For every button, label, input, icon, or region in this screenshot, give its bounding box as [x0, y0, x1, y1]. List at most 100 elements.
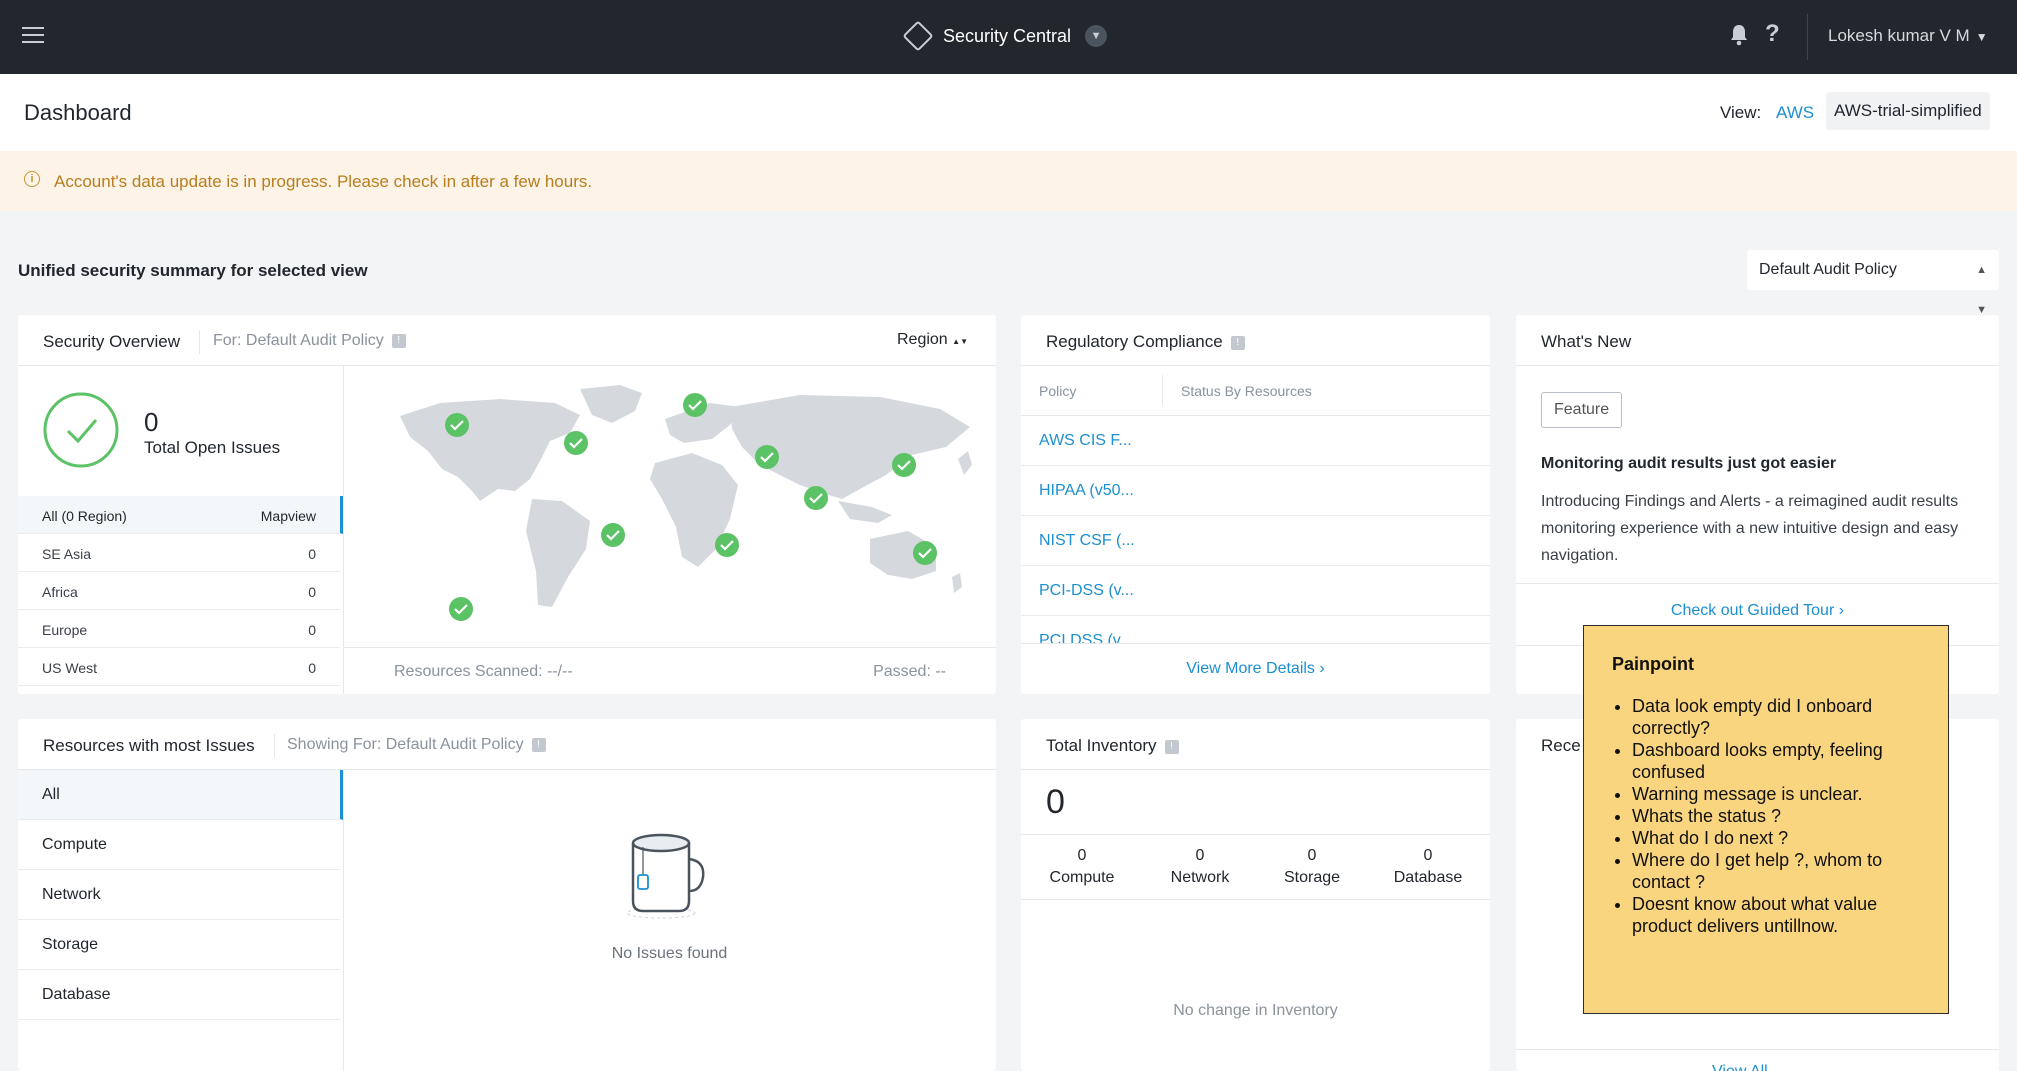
painpoint-item: Data look empty did I onboard correctly?: [1632, 695, 1922, 739]
card-title-wrap: Regulatory Compliance!: [1046, 332, 1245, 352]
policy-link[interactable]: PCI DSS (v...: [1039, 632, 1133, 643]
bell-icon[interactable]: [1727, 22, 1751, 48]
category-compute[interactable]: Compute: [18, 820, 340, 870]
audit-policy-select[interactable]: Default Audit Policy ▲ ▼: [1747, 250, 1999, 316]
help-icon[interactable]: ?: [1765, 20, 1780, 48]
card-title-wrap: Total Inventory!: [1046, 736, 1179, 756]
info-icon[interactable]: !: [1164, 739, 1179, 754]
region-all-label: All (0 Region): [42, 508, 127, 524]
divider: [1516, 1049, 1999, 1050]
category-network[interactable]: Network: [18, 870, 340, 920]
app-logo-icon: [902, 20, 934, 52]
category-label: Network: [42, 886, 101, 903]
inventory-database[interactable]: 0 Database: [1373, 847, 1483, 887]
info-icon[interactable]: !: [531, 737, 546, 752]
region-row[interactable]: Europe 0: [18, 610, 340, 648]
column-header-policy: Policy: [1039, 383, 1077, 399]
region-dropdown-label: Region: [897, 331, 948, 348]
user-name: Lokesh kumar V M: [1828, 26, 1970, 45]
app-switcher[interactable]: Security Central ▼: [902, 18, 1108, 54]
banner-message: Account's data update is in progress. Pl…: [54, 172, 593, 191]
category-storage[interactable]: Storage: [18, 920, 340, 970]
inventory-storage[interactable]: 0 Storage: [1257, 847, 1367, 887]
compliance-row[interactable]: PCI-DSS (v...: [1021, 566, 1490, 616]
card-title: What's New: [1541, 332, 1632, 351]
inventory-network[interactable]: 0 Network: [1145, 847, 1255, 887]
category-all[interactable]: All: [18, 770, 343, 820]
card-subtitle-text: Showing For: Default Audit Policy: [287, 736, 524, 753]
region-marker-icon: [445, 413, 469, 437]
region-name: Europe: [42, 622, 88, 638]
warning-banner: i Account's data update is in progress. …: [0, 151, 2017, 211]
passed-count: Passed: --: [873, 663, 946, 680]
info-icon[interactable]: !: [1230, 335, 1245, 350]
view-all-link[interactable]: View All: [1712, 1063, 1768, 1071]
region-row[interactable]: Africa 0: [18, 572, 340, 610]
empty-message: No change in Inventory: [1173, 1002, 1338, 1019]
user-menu[interactable]: Lokesh kumar V M ▼: [1828, 26, 1988, 46]
policy-link[interactable]: AWS CIS F...: [1039, 432, 1132, 450]
inventory-value: 0: [1423, 847, 1433, 864]
mapview-label: Mapview: [260, 508, 316, 524]
inventory-label: Database: [1393, 869, 1463, 886]
inventory-label: Compute: [1049, 869, 1115, 886]
regulatory-compliance-card: Regulatory Compliance! Policy Status By …: [1021, 315, 1490, 694]
view-more-label[interactable]: View More Details: [1186, 660, 1315, 677]
policy-link[interactable]: NIST CSF (...: [1039, 532, 1135, 550]
region-value: 0: [308, 546, 316, 562]
resources-issues-card: Resources with most Issues Showing For: …: [18, 719, 996, 1071]
region-marker-icon: [715, 533, 739, 557]
view-name-button[interactable]: AWS-trial-simplified: [1826, 92, 1990, 130]
card-subtitle: Showing For: Default Audit Policy!: [287, 736, 546, 754]
divider: [1807, 14, 1808, 60]
divider: [1021, 769, 1490, 770]
compliance-row[interactable]: NIST CSF (...: [1021, 516, 1490, 566]
category-database[interactable]: Database: [18, 970, 340, 1020]
view-label: View:: [1720, 103, 1762, 122]
compliance-row[interactable]: PCI DSS (v...: [1021, 616, 1490, 643]
guided-tour-link[interactable]: Check out Guided Tour ›: [1516, 602, 1999, 620]
view-more-details-link[interactable]: View More Details ›: [1021, 660, 1490, 678]
guided-tour-label[interactable]: Check out Guided Tour: [1671, 602, 1834, 619]
card-title: Total Inventory: [1046, 736, 1157, 755]
painpoint-item: Where do I get help ?, whom to contact ?: [1632, 849, 1922, 893]
policy-link[interactable]: PCI-DSS (v...: [1039, 582, 1134, 600]
category-label: Database: [42, 986, 111, 1003]
info-icon[interactable]: !: [391, 333, 406, 348]
region-list-header[interactable]: All (0 Region) Mapview: [18, 496, 343, 534]
divider: [18, 365, 996, 366]
compliance-row[interactable]: AWS CIS F...: [1021, 416, 1490, 466]
world-map[interactable]: [380, 381, 980, 631]
inventory-value: 0: [1307, 847, 1317, 864]
inventory-total: 0: [1046, 783, 1065, 821]
painpoint-item: Whats the status ?: [1632, 805, 1922, 827]
divider: [274, 734, 275, 758]
compliance-row[interactable]: HIPAA (v50...: [1021, 466, 1490, 516]
page-header: Dashboard View: AWS AWS-trial-simplified: [0, 74, 2017, 151]
resources-scanned: Resources Scanned: --/--: [394, 663, 573, 680]
region-marker-icon: [892, 453, 916, 477]
divider: [1516, 365, 1999, 366]
painpoint-title: Painpoint: [1612, 654, 1694, 674]
select-arrows-icon: ▲▼: [952, 337, 968, 346]
inventory-label: Storage: [1283, 869, 1341, 886]
divider: [1021, 834, 1490, 835]
card-title: Regulatory Compliance: [1046, 332, 1223, 351]
inventory-compute[interactable]: 0 Compute: [1027, 847, 1137, 887]
hamburger-menu-icon[interactable]: [22, 24, 44, 44]
painpoint-list: Data look empty did I onboard correctly?…: [1612, 695, 1922, 937]
region-marker-icon: [683, 393, 707, 417]
region-row[interactable]: US West 0: [18, 648, 340, 686]
chevron-down-icon[interactable]: ▼: [1085, 25, 1108, 47]
region-row[interactable]: SE Asia 0: [18, 534, 340, 572]
top-navbar: Security Central ▼ ? Lokesh kumar V M ▼: [0, 0, 2017, 74]
region-dropdown[interactable]: Region ▲▼: [897, 331, 968, 349]
divider: [343, 647, 996, 648]
security-overview-card: Security Overview For: Default Audit Pol…: [18, 315, 996, 694]
painpoint-item: Doesnt know about what value product del…: [1632, 893, 1922, 937]
category-label: All: [42, 786, 60, 803]
policy-link[interactable]: HIPAA (v50...: [1039, 482, 1134, 500]
empty-message: No Issues found: [611, 945, 728, 962]
region-marker-icon: [601, 523, 625, 547]
view-cloud-link[interactable]: AWS: [1776, 103, 1814, 123]
